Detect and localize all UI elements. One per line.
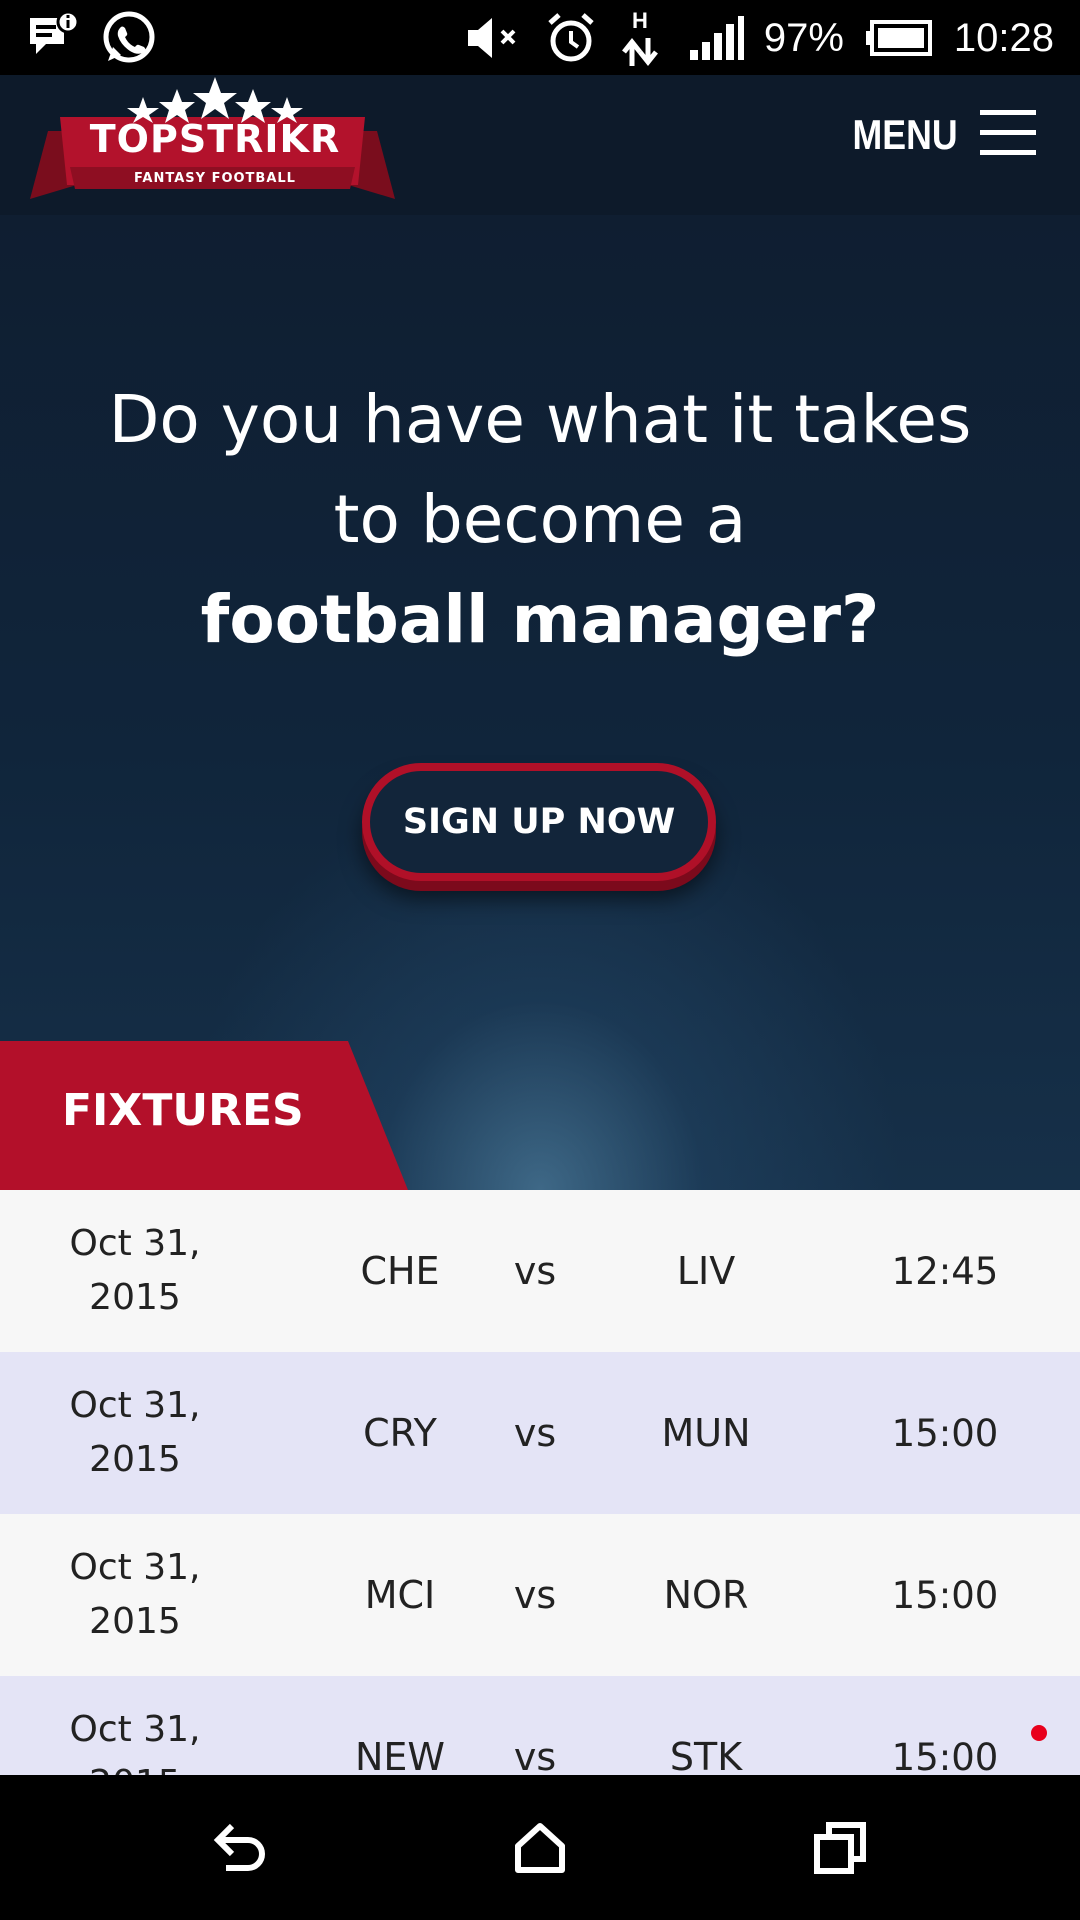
fixture-date-line-1: Oct 31, bbox=[69, 1547, 201, 1588]
fixture-date: Oct 31, 2015 bbox=[30, 1514, 240, 1676]
hamburger-icon bbox=[980, 108, 1036, 162]
fixture-away-team: MUN bbox=[661, 1411, 751, 1455]
fixture-date-line-2: 2015 bbox=[89, 1277, 181, 1318]
recents-button[interactable] bbox=[795, 1805, 885, 1895]
fixture-home-team: NEW bbox=[354, 1735, 445, 1775]
alarm-icon bbox=[544, 11, 598, 65]
status-bar-right: H 97% 10:28 bbox=[464, 8, 1054, 68]
notification-icon bbox=[26, 10, 82, 66]
fixture-row[interactable]: Oct 31, 2015 CHE vs LIV 12:45 bbox=[0, 1190, 1080, 1352]
fixture-date-line-1: Oct 31, bbox=[69, 1709, 201, 1750]
hero-line-2: to become a bbox=[333, 481, 747, 558]
hero-line-1: Do you have what it takes bbox=[108, 381, 972, 458]
fixture-date-line-2: 2015 bbox=[89, 1763, 181, 1775]
fixture-row[interactable]: Oct 31, 2015 NEW vs STK 15:00 bbox=[0, 1676, 1080, 1775]
fixture-away-team: NOR bbox=[663, 1573, 749, 1617]
back-button[interactable] bbox=[195, 1805, 285, 1895]
android-nav-bar bbox=[0, 1775, 1080, 1920]
status-bar: H 97% 10:28 bbox=[0, 0, 1080, 75]
fixture-time: 15:00 bbox=[891, 1411, 999, 1455]
fixture-time: 12:45 bbox=[891, 1249, 999, 1293]
fixture-date-line-1: Oct 31, bbox=[69, 1385, 201, 1426]
fixture-time: 15:00 bbox=[891, 1573, 999, 1617]
whatsapp-icon bbox=[100, 9, 158, 67]
fixture-row[interactable]: Oct 31, 2015 MCI vs NOR 15:00 bbox=[0, 1514, 1080, 1676]
logo-stars-icon bbox=[127, 77, 303, 123]
fixture-vs: vs bbox=[513, 1411, 557, 1455]
fixture-date: Oct 31, 2015 bbox=[30, 1190, 240, 1352]
fixture-row[interactable]: Oct 31, 2015 CRY vs MUN 15:00 bbox=[0, 1352, 1080, 1514]
logo-tagline: FANTASY FOOTBALL bbox=[134, 171, 296, 186]
fixture-vs: vs bbox=[513, 1573, 557, 1617]
clock: 10:28 bbox=[953, 15, 1054, 60]
fixture-date-line-2: 2015 bbox=[89, 1601, 181, 1642]
fixtures-title: FIXTURES bbox=[62, 1085, 304, 1136]
menu-label: MENU bbox=[852, 111, 958, 158]
home-icon bbox=[514, 1822, 566, 1878]
home-button[interactable] bbox=[495, 1805, 585, 1895]
battery-percent: 97% bbox=[763, 15, 844, 60]
fixture-vs: vs bbox=[513, 1249, 557, 1293]
fixture-time: 15:00 bbox=[891, 1735, 999, 1776]
logo-name: TOPSTRIKR bbox=[89, 117, 341, 161]
topstrikr-logo[interactable]: TOPSTRIKR FANTASY FOOTBALL bbox=[30, 75, 395, 205]
fixture-away-team: LIV bbox=[676, 1249, 736, 1293]
fixture-date: Oct 31, 2015 bbox=[30, 1352, 240, 1514]
battery-icon bbox=[864, 18, 934, 58]
notification-dot bbox=[1031, 1725, 1047, 1741]
svg-text:H: H bbox=[632, 8, 648, 33]
fixture-home-team: CRY bbox=[363, 1411, 437, 1455]
fixture-vs: vs bbox=[513, 1735, 557, 1775]
mute-icon bbox=[464, 13, 524, 63]
fixture-date: Oct 31, 2015 bbox=[30, 1676, 240, 1775]
status-bar-left bbox=[26, 8, 158, 68]
fixture-home-team: CHE bbox=[360, 1249, 440, 1293]
fixture-date-line-1: Oct 31, bbox=[69, 1223, 201, 1264]
sign-up-button[interactable]: SIGN UP NOW bbox=[362, 763, 716, 881]
recents-icon bbox=[813, 1821, 867, 1879]
fixtures-table: Oct 31, 2015 CHE vs LIV 12:45 Oct 31, 2015… bbox=[0, 1190, 1080, 1775]
back-icon bbox=[210, 1820, 270, 1880]
signal-icon bbox=[688, 14, 744, 62]
fixture-date-line-2: 2015 bbox=[89, 1439, 181, 1480]
hero-line-3: football manager? bbox=[200, 581, 880, 658]
hero-headline: Do you have what it takes to become a fo… bbox=[60, 370, 1020, 670]
network-h-icon: H bbox=[618, 8, 668, 68]
menu-button[interactable]: MENU bbox=[834, 105, 1036, 165]
fixture-away-team: STK bbox=[669, 1735, 743, 1775]
fixture-home-team: MCI bbox=[364, 1573, 436, 1617]
